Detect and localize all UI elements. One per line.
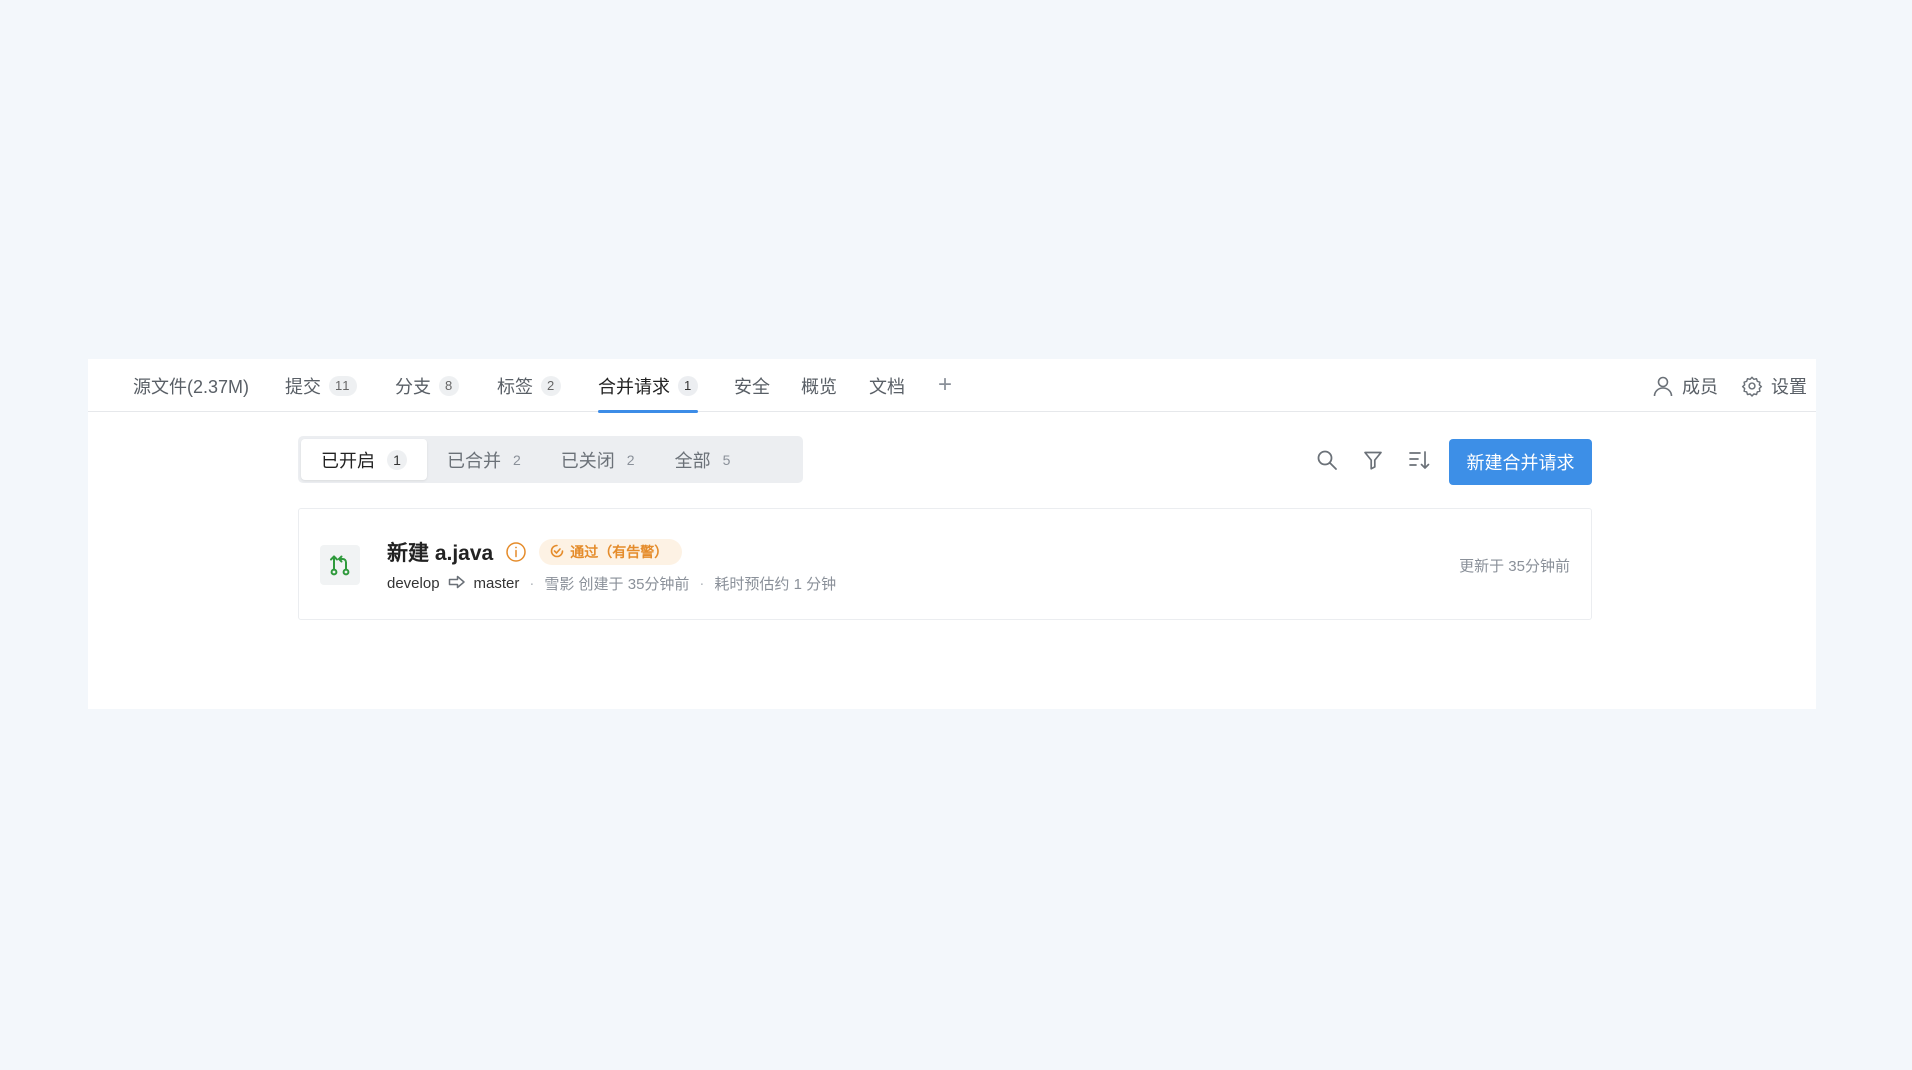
filter-merged[interactable]: 已合并 2: [427, 439, 541, 480]
tab-commits[interactable]: 提交 11: [285, 359, 357, 412]
tab-label: 合并请求: [598, 376, 670, 397]
merge-request-icon: [320, 545, 360, 585]
mr-updated-time: 更新于 35分钟前: [1459, 558, 1570, 575]
filter-label: 已开启: [321, 450, 375, 471]
search-button[interactable]: [1314, 449, 1340, 475]
time-estimate: 耗时预估约 1 分钟: [714, 576, 837, 593]
new-merge-request-button[interactable]: 新建合并请求: [1449, 439, 1592, 485]
info-icon[interactable]: [505, 541, 527, 563]
filter-count: 5: [722, 451, 731, 468]
tab-branches[interactable]: 分支 8: [395, 359, 460, 412]
tab-label: 提交: [285, 376, 321, 397]
user-icon: [1652, 375, 1674, 397]
tab-count-badge: 11: [329, 375, 357, 396]
plus-icon: +: [938, 371, 953, 398]
repo-nav: 源文件(2.37M) 提交 11 分支 8 标签 2 合并请求 1 安全 概览 …: [88, 359, 1816, 413]
filter-icon: [1362, 449, 1384, 476]
tab-label: 概览: [801, 376, 837, 397]
sort-button[interactable]: [1406, 449, 1432, 475]
add-tab-button[interactable]: +: [938, 373, 952, 397]
tab-source-files[interactable]: 源文件(2.37M): [133, 359, 249, 412]
tab-tags[interactable]: 标签 2: [497, 359, 562, 412]
tab-label: 安全: [734, 376, 770, 397]
filter-closed[interactable]: 已关闭 2: [541, 439, 655, 480]
tab-security[interactable]: 安全: [734, 359, 770, 412]
filter-count: 2: [626, 451, 635, 468]
tab-overview[interactable]: 概览: [801, 359, 837, 412]
sort-icon: [1407, 448, 1431, 477]
gear-icon: [1741, 375, 1763, 397]
separator-dot: ·: [529, 575, 535, 592]
tab-count-badge: 8: [439, 375, 460, 396]
source-branch: develop: [387, 575, 440, 592]
filter-button[interactable]: [1360, 449, 1386, 475]
mr-title[interactable]: 新建 a.java: [387, 537, 493, 567]
tab-docs[interactable]: 文档: [869, 359, 905, 412]
filter-count: 1: [387, 449, 407, 470]
mr-meta: develop master · 雪影 创建于 35分钟前 · 耗时预估约 1 …: [387, 573, 836, 594]
tab-count-badge: 1: [678, 375, 699, 396]
filter-all[interactable]: 全部 5: [655, 439, 751, 480]
separator-dot: ·: [699, 575, 705, 592]
mr-state-filter: 已开启 1 已合并 2 已关闭 2 全部 5: [298, 436, 803, 483]
status-label: 通过（有告警）: [570, 544, 669, 560]
mr-title-row: 新建 a.java 通过（有告警）: [387, 537, 683, 567]
tab-label: 文档: [869, 376, 905, 397]
filter-count: 2: [513, 451, 521, 468]
filter-label: 已关闭: [560, 450, 615, 471]
merge-request-item[interactable]: 新建 a.java 通过（有告警） develop master · 雪影 创建…: [298, 508, 1592, 620]
filter-label: 已合并: [447, 450, 501, 471]
check-warning-icon: [549, 543, 565, 562]
members-button[interactable]: 成员: [1652, 359, 1718, 412]
filter-opened[interactable]: 已开启 1: [301, 439, 427, 480]
tab-label: 标签: [497, 376, 533, 397]
tab-label: 分支: [395, 376, 431, 397]
target-branch: master: [473, 575, 520, 592]
repo-panel: 源文件(2.37M) 提交 11 分支 8 标签 2 合并请求 1 安全 概览 …: [88, 359, 1816, 709]
tab-merge-requests[interactable]: 合并请求 1: [598, 359, 699, 413]
search-icon: [1315, 448, 1339, 477]
tab-count-badge: 2: [541, 375, 562, 396]
settings-button[interactable]: 设置: [1741, 359, 1807, 412]
author-created: 雪影 创建于 35分钟前: [544, 576, 690, 593]
members-label: 成员: [1682, 376, 1718, 397]
tab-label: 源文件(2.37M): [133, 376, 250, 397]
arrow-right-icon: [448, 575, 466, 593]
status-badge[interactable]: 通过（有告警）: [539, 539, 683, 565]
filter-label: 全部: [674, 450, 711, 471]
settings-label: 设置: [1771, 376, 1807, 397]
